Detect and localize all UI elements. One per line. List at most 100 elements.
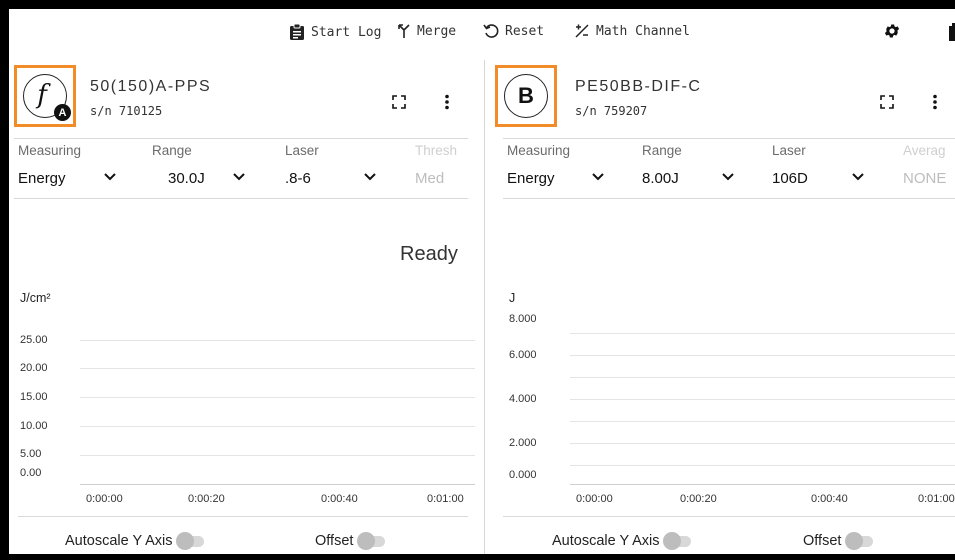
reset-button[interactable]: Reset [483, 23, 544, 39]
channel-a-threshold-label: Thresh [415, 143, 458, 158]
x-tick-label: 0:00:20 [680, 493, 717, 505]
autoscale-toggle[interactable] [663, 532, 693, 550]
channel-b-unit-label: J [509, 291, 516, 305]
x-tick-label: 0:00:00 [86, 493, 123, 505]
toolbar: Start Log Merge Reset Math Channel [9, 9, 955, 55]
gridline [570, 355, 955, 356]
channel-b-badge[interactable]: B [495, 65, 557, 127]
gridline [80, 426, 475, 427]
channel-letter-badge: A [54, 104, 71, 121]
gridline [570, 421, 955, 422]
clipboard-menu-button[interactable] [948, 22, 955, 42]
start-log-button[interactable]: Start Log [289, 23, 381, 41]
channel-a-threshold-select[interactable]: Med [415, 170, 444, 187]
channel-b-device-name: PE50BB-DIF-C [575, 78, 702, 95]
offset-toggle[interactable] [357, 532, 387, 550]
x-tick-label: 0:00:00 [576, 493, 613, 505]
channel-b-offset-control: Offset [803, 532, 875, 550]
panel-divider [484, 60, 485, 554]
channel-a-device-name: 50(150)A-PPS [90, 78, 212, 95]
x-tick-label: 0:01:00 [918, 493, 955, 505]
math-icon [575, 24, 589, 38]
start-log-label: Start Log [311, 24, 382, 40]
clipboard-partial-icon [949, 23, 955, 41]
y-tick-label: 10.00 [20, 420, 48, 432]
autoscale-label: Autoscale Y Axis [552, 533, 660, 549]
y-tick-label: 25.00 [20, 334, 48, 346]
channel-b-icon: B [504, 74, 548, 118]
channel-b-laser-select[interactable]: 106D [772, 170, 808, 187]
gridline [80, 340, 475, 341]
window-frame-bottom [0, 554, 955, 560]
math-channel-button[interactable]: Math Channel [574, 23, 690, 39]
more-vert-icon [933, 94, 937, 110]
gridline [570, 377, 955, 378]
gridline [80, 368, 475, 369]
channel-b-average-select[interactable]: NONE [903, 170, 946, 187]
chevron-down-icon[interactable] [364, 172, 376, 182]
window-frame-left [0, 0, 9, 560]
merge-button[interactable]: Merge [397, 23, 456, 39]
y-tick-label: 20.00 [20, 362, 48, 374]
chevron-down-icon[interactable] [852, 172, 864, 182]
y-tick-label: 2.000 [509, 437, 537, 449]
channel-b-measuring-label: Measuring [507, 143, 571, 158]
channel-a-header-divider [14, 138, 468, 139]
channel-b-measuring-select[interactable]: Energy [507, 170, 555, 187]
chevron-down-icon[interactable] [233, 172, 245, 182]
channel-a-more-button[interactable] [444, 94, 450, 115]
y-tick-label: 5.00 [20, 448, 42, 460]
channel-a-offset-control: Offset [315, 532, 387, 550]
channel-a-badge[interactable]: f A [14, 65, 76, 127]
x-axis-line [570, 484, 955, 485]
chevron-down-icon[interactable] [104, 172, 116, 182]
chevron-down-icon[interactable] [722, 172, 734, 182]
channel-a-autoscale-control: Autoscale Y Axis [65, 532, 206, 550]
channel-b-more-button[interactable] [932, 94, 938, 115]
clipboard-icon [290, 23, 304, 40]
channel-b-laser-label: Laser [772, 143, 806, 158]
gridline [80, 397, 475, 398]
channel-letter-glyph: B [518, 83, 534, 108]
channel-b-range-label: Range [642, 143, 682, 158]
y-tick-label: 4.000 [509, 393, 537, 405]
y-tick-label: 0.00 [20, 467, 42, 479]
gridline [80, 455, 475, 456]
channel-b-header-divider [503, 138, 955, 139]
channel-b-range-select[interactable]: 8.00J [642, 170, 679, 187]
fullscreen-icon [392, 95, 406, 109]
gridline [570, 443, 955, 444]
channel-b-footer-divider [503, 516, 955, 517]
fullscreen-icon [880, 95, 894, 109]
settings-button[interactable] [883, 22, 901, 40]
channel-b-fullscreen-button[interactable] [880, 95, 894, 114]
merge-label: Merge [417, 23, 457, 39]
autoscale-toggle[interactable] [176, 532, 206, 550]
merge-icon [398, 24, 410, 38]
gridline [570, 399, 955, 400]
channel-a-measuring-select[interactable]: Energy [18, 170, 66, 187]
channel-a-range-select[interactable]: 30.0J [168, 170, 205, 187]
x-tick-label: 0:00:40 [321, 493, 358, 505]
channel-a-fullscreen-button[interactable] [392, 95, 406, 114]
channel-a-status: Ready [400, 243, 458, 265]
channel-b-average-label: Averag [903, 143, 946, 158]
offset-toggle[interactable] [845, 532, 875, 550]
gridline [570, 465, 955, 466]
reset-label: Reset [505, 23, 545, 39]
x-tick-label: 0:00:40 [811, 493, 848, 505]
y-tick-label: 15.00 [20, 391, 48, 403]
channel-a-fields-divider [14, 198, 468, 199]
channel-a-serial: s/n 710125 [90, 104, 163, 118]
channel-a-laser-label: Laser [285, 143, 319, 158]
window-frame-top [0, 0, 955, 9]
function-glyph: f [37, 80, 47, 110]
channel-b-fields-divider [503, 198, 955, 199]
channel-a-laser-select[interactable]: .8-6 [285, 170, 311, 187]
gear-icon [884, 24, 900, 38]
math-channel-label: Math Channel [596, 23, 690, 39]
channel-a-measuring-label: Measuring [18, 143, 82, 158]
y-tick-label: 8.000 [509, 313, 537, 325]
x-tick-label: 0:00:20 [188, 493, 225, 505]
chevron-down-icon[interactable] [592, 172, 604, 182]
